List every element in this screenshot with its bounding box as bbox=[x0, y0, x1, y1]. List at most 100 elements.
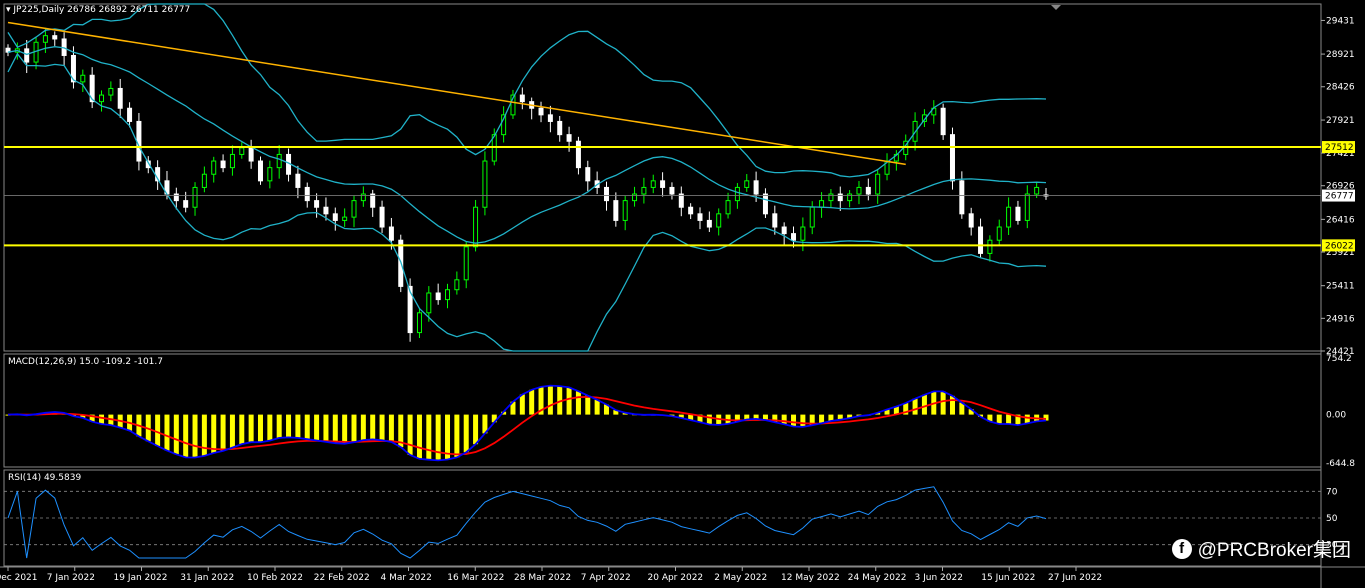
macd-histogram-bar bbox=[332, 414, 338, 444]
macd-histogram-bar bbox=[248, 414, 254, 443]
candle-body bbox=[725, 200, 731, 215]
candle-body bbox=[949, 134, 955, 182]
candle-body bbox=[622, 200, 628, 221]
price-tick-label: 24916 bbox=[1326, 314, 1355, 324]
candle-body bbox=[566, 134, 572, 142]
macd-histogram-bar bbox=[295, 414, 301, 438]
time-tick-label: 15 Jun 2022 bbox=[981, 573, 1035, 583]
candle-body bbox=[127, 107, 133, 122]
facebook-icon: f bbox=[1171, 538, 1192, 559]
macd-histogram-bar bbox=[996, 414, 1002, 424]
symbol-info: JP225,Daily 26786 26892 26711 26777 bbox=[13, 5, 191, 15]
macd-histogram-bar bbox=[940, 391, 946, 415]
macd-histogram-bar bbox=[314, 414, 320, 441]
candle-body bbox=[99, 94, 105, 103]
macd-histogram-group bbox=[5, 385, 1049, 461]
macd-histogram-bar bbox=[342, 414, 348, 444]
time-tick-label: 4 Mar 2022 bbox=[381, 573, 432, 583]
watermark: f @PRCBroker集团 bbox=[1171, 535, 1351, 562]
macd-signal-line bbox=[7, 395, 1047, 456]
candle-body bbox=[379, 206, 385, 228]
current-price-label: 26777 bbox=[1325, 192, 1354, 202]
macd-histogram-bar bbox=[463, 414, 469, 453]
macd-histogram-bar bbox=[566, 387, 572, 415]
candle-body bbox=[968, 213, 974, 228]
candle-body bbox=[52, 35, 58, 40]
trendline bbox=[7, 21, 906, 166]
macd-tick-label: 0.00 bbox=[1326, 411, 1346, 421]
candle-body bbox=[1015, 206, 1021, 221]
candle-body bbox=[388, 226, 394, 241]
candle-body bbox=[220, 160, 226, 169]
candle-body bbox=[211, 160, 217, 175]
candle-body bbox=[613, 200, 619, 221]
candle-body bbox=[24, 48, 30, 63]
candle-body bbox=[360, 193, 366, 202]
candle-body bbox=[603, 186, 609, 202]
rsi-title: RSI(14) 49.5839 bbox=[8, 473, 82, 483]
price-tick-label: 26416 bbox=[1326, 215, 1355, 225]
candle-body bbox=[435, 292, 441, 301]
time-tick-label: 31 Jan 2022 bbox=[180, 573, 234, 583]
time-tick-label: 22 Feb 2022 bbox=[314, 573, 370, 583]
candle-body bbox=[575, 140, 581, 169]
macd-histogram-bar bbox=[921, 394, 927, 415]
candle-body bbox=[706, 219, 712, 228]
chart-header: ▾ JP225,Daily 26786 26892 26711 26777 bbox=[6, 5, 190, 15]
macd-histogram-bar bbox=[379, 414, 385, 441]
macd-histogram-bar bbox=[781, 414, 787, 425]
candle-body bbox=[688, 206, 694, 215]
candle-body bbox=[819, 200, 825, 208]
candle-body bbox=[772, 213, 778, 228]
macd-histogram-bar bbox=[435, 414, 441, 461]
candle-body bbox=[257, 160, 263, 182]
macd-line bbox=[7, 384, 1047, 462]
macd-histogram-bar bbox=[585, 395, 591, 415]
bollinger-middle bbox=[7, 46, 1047, 244]
time-tick-label: 19 Jan 2022 bbox=[114, 573, 168, 583]
price-tick-label: 29431 bbox=[1326, 16, 1355, 26]
macd-histogram-bar bbox=[220, 414, 226, 451]
candle-body bbox=[267, 167, 273, 182]
time-tick-label: 2 May 2022 bbox=[714, 573, 767, 583]
candle-body bbox=[809, 206, 815, 228]
candle-body bbox=[762, 193, 768, 215]
dropdown-arrow-icon[interactable]: ▾ bbox=[6, 5, 11, 15]
candle-body bbox=[800, 226, 806, 241]
macd-histogram-bar bbox=[286, 414, 292, 438]
candle-body bbox=[734, 186, 740, 202]
macd-histogram-bar bbox=[426, 414, 432, 460]
candle-body bbox=[201, 173, 207, 188]
macd-histogram-bar bbox=[211, 414, 217, 454]
candle-body bbox=[192, 186, 198, 208]
macd-histogram-bar bbox=[267, 414, 273, 441]
macd-title: MACD(12,26,9) 15.0 -109.2 -101.7 bbox=[8, 357, 163, 367]
candle-body bbox=[370, 193, 376, 208]
scroll-marker-icon bbox=[1051, 5, 1061, 10]
macd-histogram-bar bbox=[416, 414, 422, 459]
candle-body bbox=[173, 193, 179, 202]
candle-body bbox=[183, 200, 189, 208]
candle-body bbox=[538, 107, 544, 116]
time-tick-label: 7 Jan 2022 bbox=[47, 573, 95, 583]
time-tick-label: 24 May 2022 bbox=[848, 573, 907, 583]
candle-body bbox=[585, 167, 591, 182]
price-tick-label: 28921 bbox=[1326, 50, 1355, 60]
macd-histogram-bar bbox=[323, 414, 329, 442]
macd-histogram-bar bbox=[304, 414, 310, 440]
time-tick-label: 28 Mar 2022 bbox=[514, 573, 571, 583]
horizontal-level-label: 26022 bbox=[1325, 241, 1354, 251]
rsi-tick-label: 70 bbox=[1326, 487, 1338, 497]
candle-body bbox=[351, 200, 357, 218]
candle-body bbox=[660, 180, 666, 188]
time-tick-label: 20 Apr 2022 bbox=[648, 573, 704, 583]
candle-body bbox=[1034, 186, 1040, 195]
candle-body bbox=[314, 200, 320, 208]
chart-canvas[interactable]: 2943128921284262792127421269262641625921… bbox=[0, 0, 1365, 588]
candle-body bbox=[828, 193, 834, 202]
price-tick-label: 28426 bbox=[1326, 83, 1355, 93]
candle-body bbox=[323, 206, 329, 215]
watermark-text: @PRCBroker集团 bbox=[1197, 540, 1351, 561]
macd-histogram-bar bbox=[800, 414, 806, 427]
macd-histogram-bar bbox=[173, 414, 179, 455]
